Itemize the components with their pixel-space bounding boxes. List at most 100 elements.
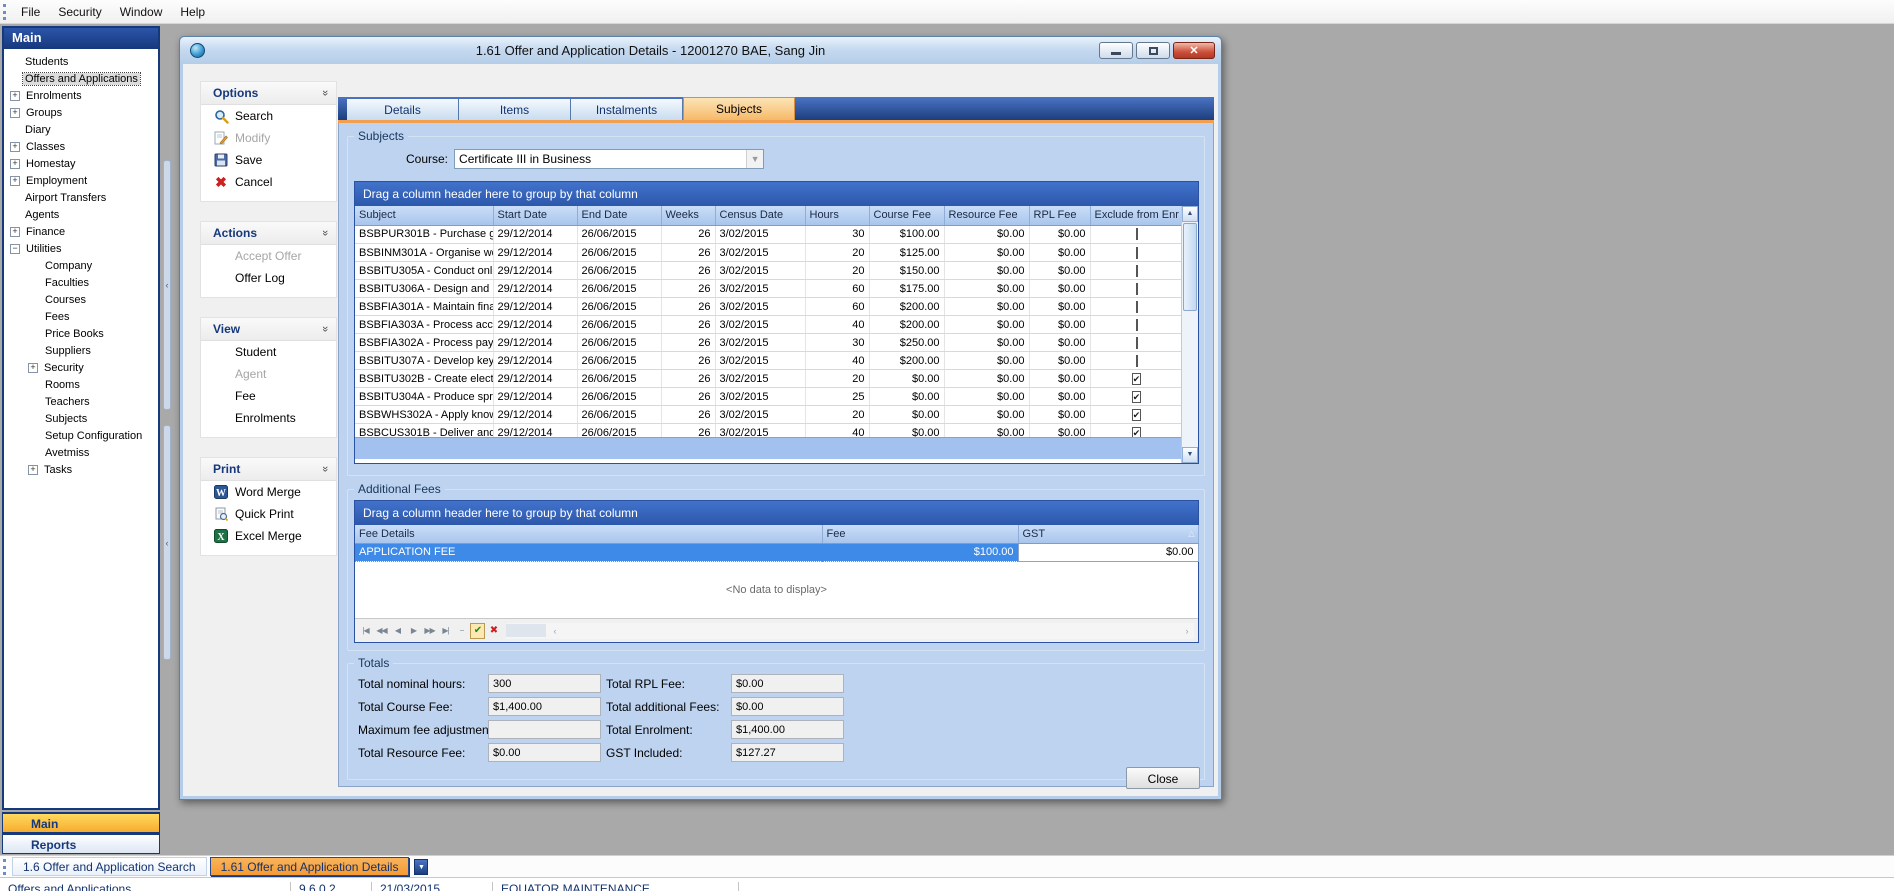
exclude-checkbox[interactable] bbox=[1136, 301, 1138, 313]
total-enrolment-field[interactable]: $1,400.00 bbox=[731, 720, 844, 739]
scroll-down-icon[interactable]: ▼ bbox=[1182, 447, 1198, 463]
exclude-checkbox[interactable] bbox=[1136, 283, 1138, 295]
splitter-collapse-handle[interactable]: ‹ bbox=[163, 425, 171, 660]
tree-item-fees[interactable]: Fees bbox=[4, 308, 158, 325]
tree-item-security[interactable]: +Security bbox=[4, 359, 158, 376]
scroll-up-icon[interactable]: ▲ bbox=[1182, 206, 1198, 222]
nav-next-button[interactable]: ▶ bbox=[406, 623, 421, 639]
total-additional-fees-field[interactable]: $0.00 bbox=[731, 697, 844, 716]
column-header-gst[interactable]: GST△ bbox=[1018, 525, 1198, 543]
subject-row[interactable]: BSBITU304A - Produce spread29/12/201426/… bbox=[355, 388, 1183, 406]
tree-item-students[interactable]: Students bbox=[4, 53, 158, 70]
scrollbar-thumb[interactable] bbox=[1183, 223, 1197, 311]
cancel-button[interactable]: ✖ Cancel bbox=[201, 171, 336, 193]
save-button[interactable]: Save bbox=[201, 149, 336, 171]
tree-item-utilities[interactable]: −Utilities bbox=[4, 240, 158, 257]
subject-row[interactable]: BSBPUR301B - Purchase goods29/12/201426/… bbox=[355, 226, 1183, 244]
group-by-bar[interactable]: Drag a column header here to group by th… bbox=[355, 182, 1198, 206]
tree-item-groups[interactable]: +Groups bbox=[4, 104, 158, 121]
task-tab-offer-details[interactable]: 1.61 Offer and Application Details bbox=[210, 857, 410, 876]
toolbar-grip[interactable] bbox=[3, 4, 8, 20]
exclude-checkbox[interactable] bbox=[1136, 319, 1138, 331]
exclude-checkbox[interactable] bbox=[1136, 265, 1138, 277]
column-header-hours[interactable]: Hours bbox=[805, 206, 869, 225]
sidebar-main-button[interactable]: Main bbox=[2, 812, 160, 833]
collapse-icon[interactable]: − bbox=[10, 244, 20, 254]
tree-item-courses[interactable]: Courses bbox=[4, 291, 158, 308]
collapse-chevron-icon[interactable]: » bbox=[319, 466, 331, 472]
fee-row-selected[interactable]: APPLICATION FEE $100.00 $0.00 bbox=[355, 543, 1198, 561]
tree-item-rooms[interactable]: Rooms bbox=[4, 376, 158, 393]
exclude-checkbox[interactable] bbox=[1136, 228, 1138, 240]
column-header-fee-details[interactable]: Fee Details bbox=[355, 525, 822, 543]
menu-help[interactable]: Help bbox=[171, 2, 214, 22]
tree-item-homestay[interactable]: +Homestay bbox=[4, 155, 158, 172]
total-course-fee-field[interactable]: $1,400.00 bbox=[488, 697, 601, 716]
tree-item-airport-transfers[interactable]: Airport Transfers bbox=[4, 189, 158, 206]
collapse-chevron-icon[interactable]: » bbox=[319, 230, 331, 236]
subject-row[interactable]: BSBITU306A - Design and proc29/12/201426… bbox=[355, 280, 1183, 298]
tree-item-price-books[interactable]: Price Books bbox=[4, 325, 158, 342]
close-window-button[interactable]: ✕ bbox=[1173, 42, 1215, 59]
nav-prev-page-button[interactable]: ◀◀ bbox=[374, 623, 389, 639]
column-header-exclude[interactable]: Exclude from Enr bbox=[1090, 206, 1183, 225]
grid-selected-filler-row[interactable] bbox=[355, 437, 1198, 459]
nav-next-page-button[interactable]: ▶▶ bbox=[422, 623, 437, 639]
tree-item-avetmiss[interactable]: Avetmiss bbox=[4, 444, 158, 461]
offer-log-button[interactable]: Offer Log bbox=[201, 267, 336, 289]
tree-item-offers-and-applications[interactable]: Offers and Applications bbox=[4, 70, 158, 87]
column-header-resource-fee[interactable]: Resource Fee bbox=[944, 206, 1029, 225]
gst-included-field[interactable]: $127.27 bbox=[731, 743, 844, 762]
sidebar-reports-button[interactable]: Reports bbox=[2, 833, 160, 854]
search-button[interactable]: Search bbox=[201, 105, 336, 127]
expand-icon[interactable]: + bbox=[10, 142, 20, 152]
expand-icon[interactable]: + bbox=[28, 363, 38, 373]
vertical-scrollbar[interactable]: ▲ ▼ bbox=[1181, 206, 1198, 463]
tree-item-employment[interactable]: +Employment bbox=[4, 172, 158, 189]
menu-file[interactable]: File bbox=[12, 2, 49, 22]
options-section-header[interactable]: Options » bbox=[201, 82, 336, 105]
subject-row[interactable]: BSBFIA301A - Maintain financi29/12/20142… bbox=[355, 298, 1183, 316]
maximum-fee-adjustment-field[interactable] bbox=[488, 720, 601, 739]
tree-item-tasks[interactable]: +Tasks bbox=[4, 461, 158, 478]
total-rpl-fee-field[interactable]: $0.00 bbox=[731, 674, 844, 693]
tab-details[interactable]: Details bbox=[347, 99, 459, 120]
column-header-census-date[interactable]: Census Date bbox=[715, 206, 805, 225]
tree-item-company[interactable]: Company bbox=[4, 257, 158, 274]
maximize-button[interactable] bbox=[1136, 42, 1170, 59]
subject-row[interactable]: BSBITU305A - Conduct online29/12/201426/… bbox=[355, 262, 1183, 280]
total-nominal-hours-field[interactable]: 300 bbox=[488, 674, 601, 693]
modify-button[interactable]: Modify bbox=[201, 127, 336, 149]
expand-icon[interactable]: + bbox=[10, 91, 20, 101]
subject-row[interactable]: BSBFIA302A - Process payroll29/12/201426… bbox=[355, 334, 1183, 352]
exclude-checkbox[interactable] bbox=[1136, 247, 1138, 259]
tab-instalments[interactable]: Instalments bbox=[571, 99, 683, 120]
column-header-rpl-fee[interactable]: RPL Fee bbox=[1029, 206, 1090, 225]
column-header-course-fee[interactable]: Course Fee bbox=[869, 206, 944, 225]
word-merge-button[interactable]: W Word Merge bbox=[201, 481, 336, 503]
close-button[interactable]: Close bbox=[1126, 767, 1200, 789]
column-header-fee[interactable]: Fee bbox=[822, 525, 1018, 543]
expand-icon[interactable]: + bbox=[10, 227, 20, 237]
tree-item-diary[interactable]: Diary bbox=[4, 121, 158, 138]
subject-row[interactable]: BSBWHS302A - Apply knowled29/12/201426/0… bbox=[355, 406, 1183, 424]
course-dropdown[interactable]: Certificate III in Business ▼ bbox=[454, 149, 764, 169]
collapse-chevron-icon[interactable]: » bbox=[319, 326, 331, 332]
view-student-button[interactable]: Student bbox=[201, 341, 336, 363]
collapse-chevron-icon[interactable]: » bbox=[319, 90, 331, 96]
exclude-checkbox[interactable] bbox=[1132, 391, 1142, 403]
menu-window[interactable]: Window bbox=[111, 2, 172, 22]
expand-icon[interactable]: + bbox=[10, 159, 20, 169]
exclude-checkbox[interactable] bbox=[1132, 427, 1142, 437]
scroll-right-icon[interactable]: › bbox=[1180, 623, 1194, 639]
column-header-subject[interactable]: Subject bbox=[355, 206, 493, 225]
print-section-header[interactable]: Print » bbox=[201, 458, 336, 481]
tree-item-teachers[interactable]: Teachers bbox=[4, 393, 158, 410]
tree-item-suppliers[interactable]: Suppliers bbox=[4, 342, 158, 359]
expand-icon[interactable]: + bbox=[10, 176, 20, 186]
tab-subjects[interactable]: Subjects bbox=[683, 97, 795, 120]
tree-item-finance[interactable]: +Finance bbox=[4, 223, 158, 240]
exclude-checkbox[interactable] bbox=[1132, 409, 1142, 421]
tree-item-classes[interactable]: +Classes bbox=[4, 138, 158, 155]
quick-print-button[interactable]: Quick Print bbox=[201, 503, 336, 525]
